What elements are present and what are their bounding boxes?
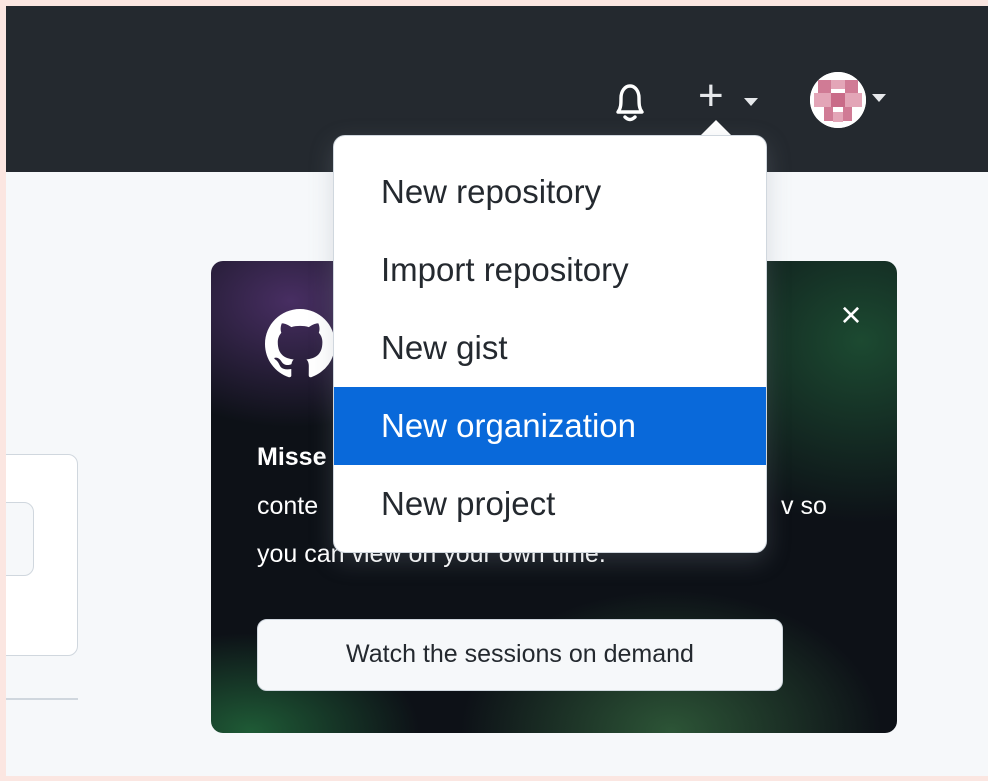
chevron-down-icon	[872, 94, 886, 102]
identicon-avatar	[810, 72, 866, 128]
menu-item-new-organization[interactable]: New organization	[334, 387, 766, 465]
side-panel-input[interactable]	[6, 502, 34, 576]
close-button[interactable]: ×	[831, 295, 871, 335]
menu-item-new-gist[interactable]: New gist	[334, 309, 766, 387]
create-dropdown-menu: New repository Import repository New gis…	[333, 135, 767, 553]
bell-icon	[616, 84, 644, 122]
avatar	[810, 72, 866, 128]
promo-description-end: v so	[781, 492, 827, 520]
divider	[6, 698, 78, 700]
github-logo	[265, 309, 335, 379]
promo-title: Misse	[257, 443, 327, 471]
page: + × Misse conte v so you can view on you…	[6, 6, 988, 776]
chevron-down-icon	[744, 98, 758, 106]
user-menu-button[interactable]	[810, 72, 910, 128]
menu-item-new-repository[interactable]: New repository	[334, 153, 766, 231]
dropdown-caret	[700, 120, 732, 136]
github-mark-icon	[265, 309, 335, 378]
menu-item-new-project[interactable]: New project	[334, 465, 766, 543]
menu-item-import-repository[interactable]: Import repository	[334, 231, 766, 309]
watch-sessions-button[interactable]: Watch the sessions on demand	[257, 619, 783, 691]
notifications-button[interactable]	[610, 80, 650, 124]
promo-description-start: conte	[257, 492, 319, 520]
plus-icon: +	[698, 71, 724, 120]
create-new-button[interactable]: +	[698, 74, 768, 124]
